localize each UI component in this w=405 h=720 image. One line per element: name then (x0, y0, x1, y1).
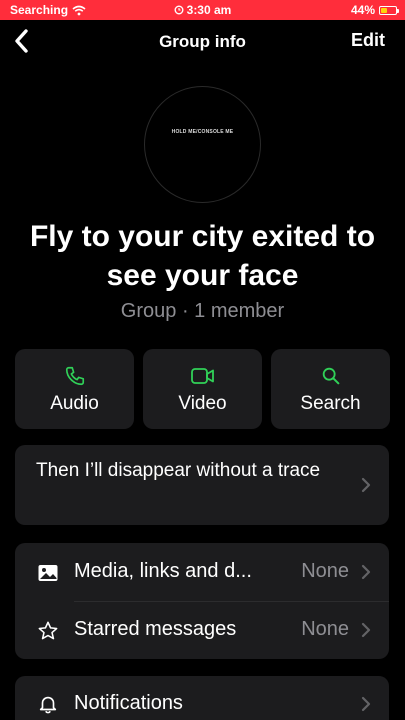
chevron-right-icon (361, 696, 371, 712)
notifications-label: Notifications (74, 692, 183, 714)
edit-button[interactable]: Edit (351, 30, 385, 51)
video-icon (190, 368, 214, 384)
media-links-docs-row[interactable]: Media, links and d... None (15, 543, 389, 602)
status-bar: Searching 3:30 am 44% (0, 0, 405, 20)
group-name: Fly to your city exited to see your face (29, 220, 376, 292)
media-starred-card: Media, links and d... None Starred messa… (15, 543, 389, 659)
page-title: Group info (159, 32, 246, 51)
starred-messages-row[interactable]: Starred messages None (15, 601, 389, 659)
media-count-value: None (301, 560, 349, 582)
avatar-text: HOLD ME/CONSOLE ME (171, 129, 234, 135)
search-button[interactable]: Search (271, 349, 390, 429)
nav-bar: Group info Edit (0, 20, 405, 64)
notifications-row[interactable]: Notifications (15, 676, 389, 720)
search-label: Search (300, 393, 361, 414)
image-icon (38, 565, 58, 581)
starred-messages-label: Starred messages (74, 618, 237, 640)
bell-icon (39, 696, 57, 714)
chevron-right-icon (361, 564, 371, 580)
chevron-right-icon (361, 477, 371, 493)
starred-count-value: None (301, 618, 349, 640)
audio-label: Audio (50, 393, 99, 414)
audio-call-button[interactable]: Audio (15, 349, 134, 429)
alarm-icon (174, 5, 184, 15)
video-label: Video (178, 393, 227, 414)
star-icon (38, 621, 58, 640)
battery-icon (379, 5, 399, 15)
search-icon (322, 367, 339, 385)
phone-icon (65, 366, 84, 386)
group-description: Then I’ll disappear without a trace (36, 460, 321, 481)
group-description-row[interactable]: Then I’ll disappear without a trace (15, 445, 389, 525)
media-links-docs-label: Media, links and d... (74, 560, 252, 582)
clock: 3:30 am (186, 3, 232, 17)
group-member-count: Group · 1 member (120, 300, 285, 322)
group-avatar[interactable]: HOLD ME/CONSOLE ME (144, 86, 261, 203)
notifications-card: Notifications (15, 676, 389, 720)
chevron-right-icon (361, 622, 371, 638)
battery-percent: 44% (350, 3, 375, 17)
video-call-button[interactable]: Video (143, 349, 262, 429)
battery-fill (381, 7, 388, 13)
